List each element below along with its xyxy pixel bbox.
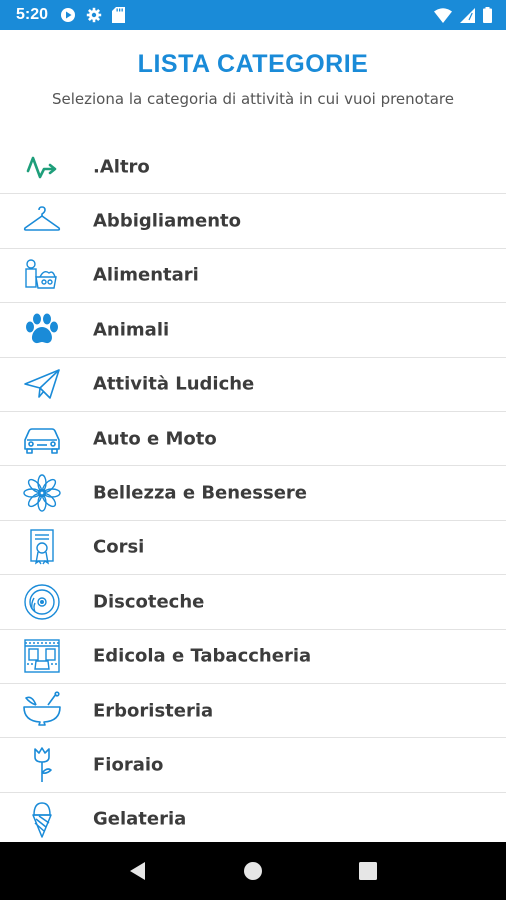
home-icon[interactable] [233, 851, 273, 891]
category-item-erboristeria[interactable]: Erboristeria [0, 684, 506, 739]
category-label: Gelateria [93, 808, 187, 830]
ice-cream-icon [22, 799, 62, 839]
category-item-discoteche[interactable]: Discoteche [0, 575, 506, 630]
back-icon[interactable] [118, 851, 158, 891]
category-item-alimentari[interactable]: Alimentari [0, 249, 506, 304]
page-subtitle: Seleziona la categoria di attività in cu… [51, 90, 454, 108]
category-label: Attività Ludiche [93, 373, 255, 395]
play-icon [60, 7, 76, 23]
battery-icon [483, 7, 492, 23]
lotus-icon [22, 473, 62, 513]
category-item-abbigliamento[interactable]: Abbigliamento [0, 194, 506, 249]
category-label: Erboristeria [93, 700, 214, 722]
category-item-bellezza-e-benessere[interactable]: Bellezza e Benessere [0, 466, 506, 521]
category-item-altro[interactable]: .Altro [0, 140, 506, 195]
car-icon [22, 419, 62, 459]
header: LISTA CATEGORIE Seleziona la categoria d… [0, 30, 506, 140]
disc-icon [22, 582, 62, 622]
gear-icon [86, 7, 102, 23]
activity-icon [22, 147, 62, 187]
category-item-attivita-ludiche[interactable]: Attività Ludiche [0, 358, 506, 412]
sd-card-icon [112, 7, 126, 23]
rose-icon [22, 745, 62, 785]
hanger-icon [22, 201, 62, 241]
page-title: LISTA CATEGORIE [137, 50, 369, 78]
signal-icon [460, 7, 475, 23]
category-label: Discoteche [93, 591, 205, 613]
navigation-bar [0, 842, 506, 900]
grocery-icon [22, 255, 62, 295]
category-label: .Altro [93, 156, 150, 178]
wifi-icon [434, 7, 452, 23]
mortar-icon [22, 690, 62, 731]
category-label: Auto e Moto [93, 428, 217, 450]
category-item-fioraio[interactable]: Fioraio [0, 738, 506, 793]
paw-icon [22, 310, 62, 350]
category-item-gelateria[interactable]: Gelateria [0, 793, 506, 842]
paper-plane-icon [22, 364, 62, 404]
category-item-animali[interactable]: Animali [0, 303, 506, 358]
status-bar: 5:20 [0, 0, 506, 30]
category-label: Alimentari [93, 264, 199, 286]
category-item-corsi[interactable]: Corsi [0, 521, 506, 576]
category-list: .Altro Abbigliamento Alimentari Animali … [0, 140, 506, 842]
category-item-edicola-e-tabaccheria[interactable]: Edicola e Tabaccheria [0, 630, 506, 684]
category-item-auto-e-moto[interactable]: Auto e Moto [0, 412, 506, 467]
recents-icon[interactable] [348, 851, 388, 891]
category-label: Abbigliamento [93, 210, 241, 232]
category-label: Corsi [93, 536, 145, 558]
status-time: 5:20 [16, 6, 49, 23]
category-label: Edicola e Tabaccheria [93, 645, 312, 667]
category-label: Bellezza e Benessere [93, 482, 307, 504]
category-label: Fioraio [93, 754, 164, 776]
certificate-icon [22, 527, 62, 567]
newsstand-icon [22, 636, 62, 676]
category-label: Animali [93, 319, 170, 341]
